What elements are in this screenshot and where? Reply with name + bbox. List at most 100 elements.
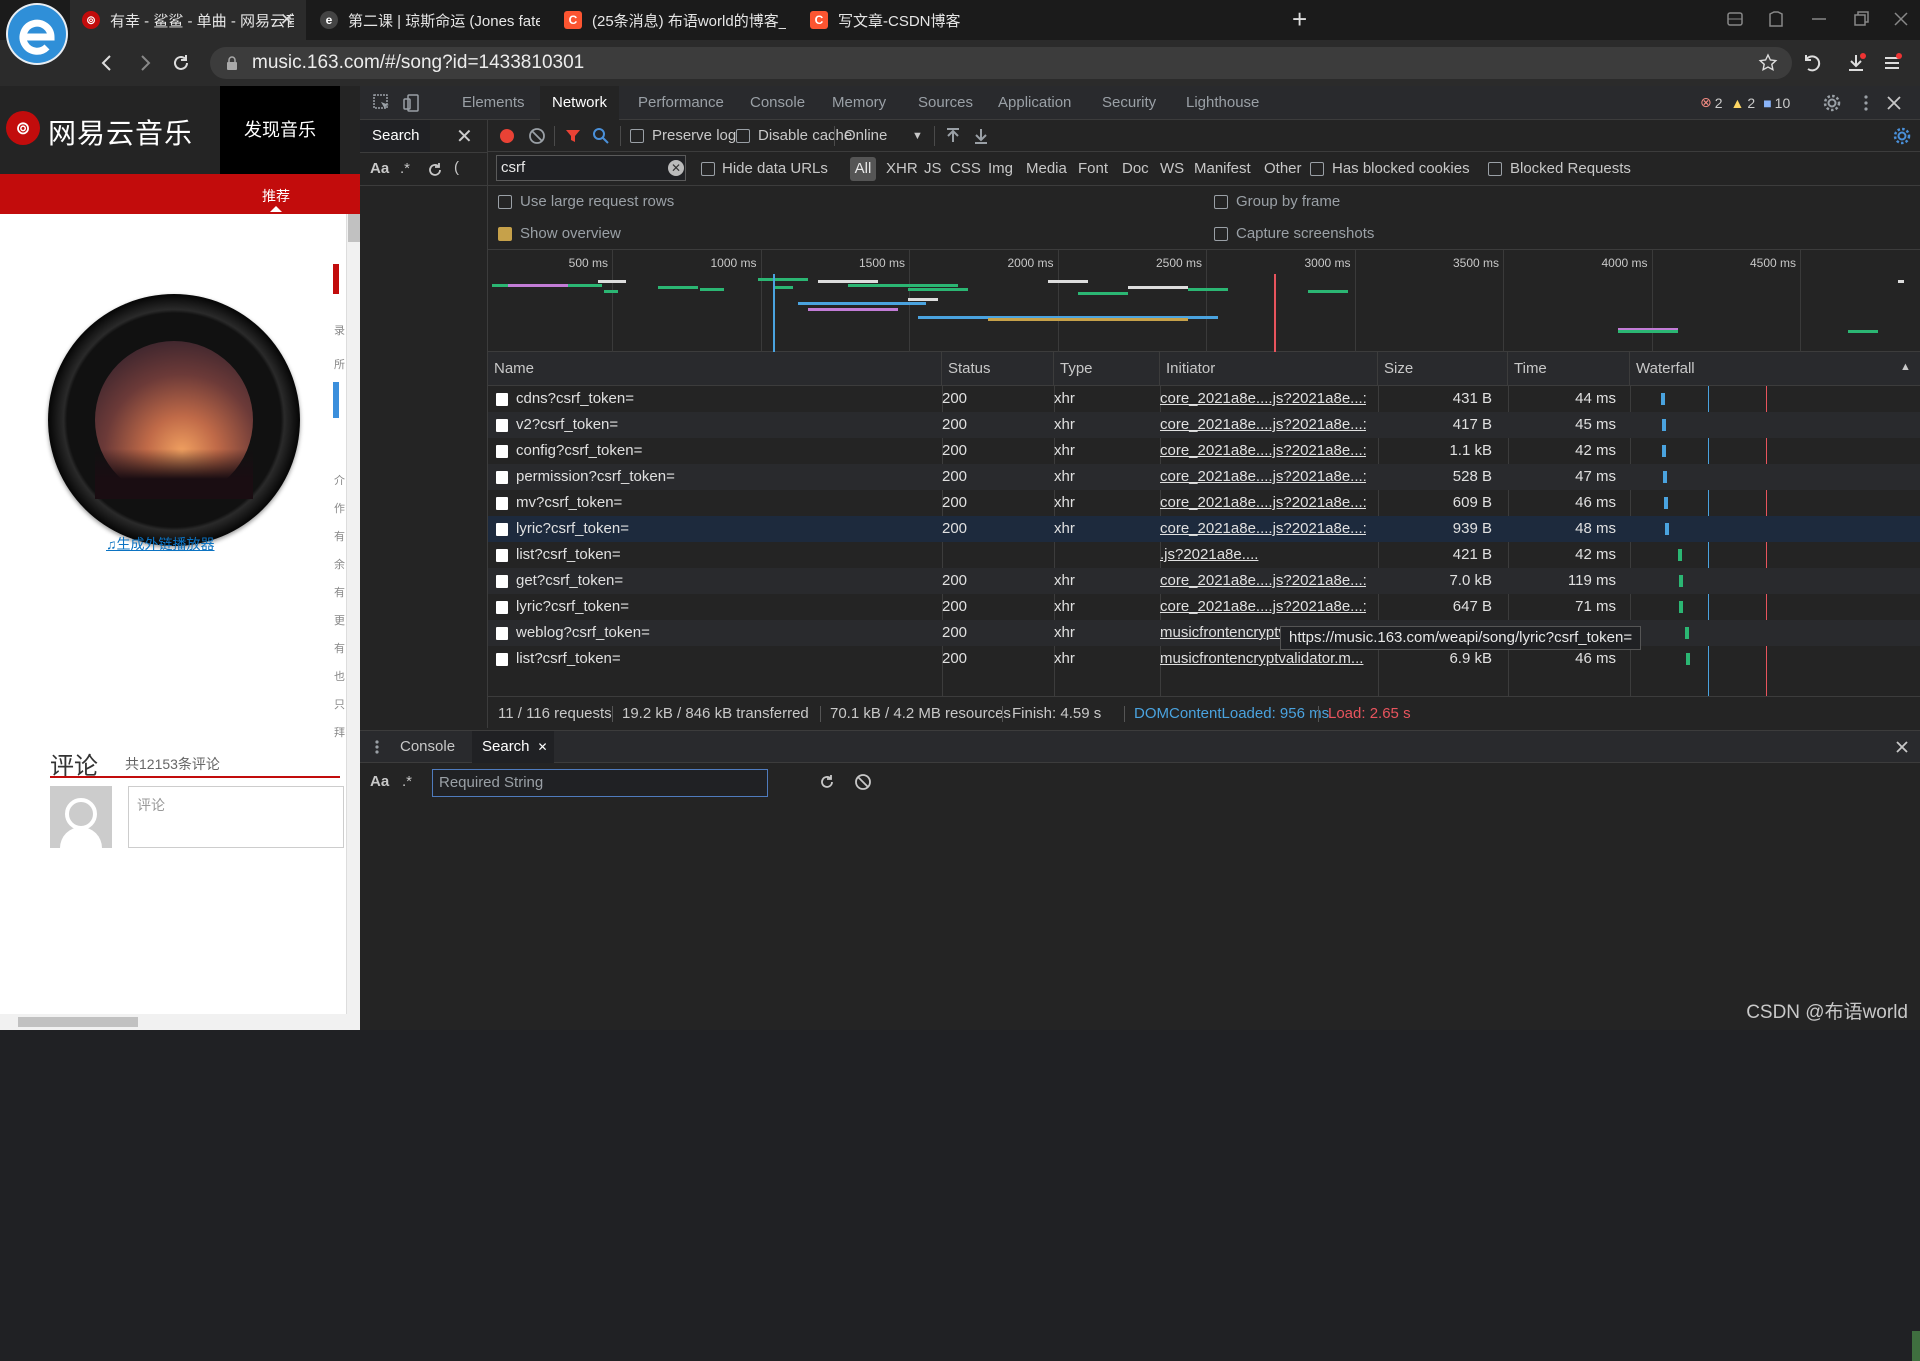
cell-initiator[interactable]: core_2021a8e....js?2021a8e...:... (1160, 386, 1366, 412)
table-row[interactable]: mv?csrf_token= 200 xhr core_2021a8e....js?2… (488, 490, 1920, 516)
netease-logo-icon[interactable]: ⊚ (6, 111, 40, 145)
close-drawer-tab-icon[interactable]: ✕ (537, 731, 547, 763)
column-status[interactable]: Status (942, 352, 1054, 386)
match-case-button[interactable]: Aa (370, 160, 389, 177)
filter-type-font[interactable]: Font (1078, 160, 1108, 177)
close-drawer-icon[interactable] (1894, 739, 1910, 755)
cell-initiator[interactable]: core_2021a8e....js?2021a8e...:... (1160, 412, 1366, 438)
capture-screenshots-checkbox[interactable] (1214, 227, 1228, 241)
filter-icon[interactable] (564, 127, 582, 145)
filter-type-all[interactable]: All (850, 157, 876, 181)
regex-button[interactable]: .* (400, 160, 410, 177)
column-size[interactable]: Size (1378, 352, 1508, 386)
blocked-requests-checkbox[interactable] (1488, 162, 1502, 176)
device-toolbar-icon[interactable] (402, 93, 422, 113)
table-row[interactable]: cdns?csrf_token= 200 xhr core_2021a8e....js… (488, 386, 1920, 412)
url-text[interactable]: music.163.com/#/song?id=1433810301 (252, 52, 584, 74)
cell-initiator[interactable]: .js?2021a8e.... (1160, 542, 1366, 568)
drawer-search-input[interactable]: Required String (432, 769, 768, 797)
scrollbar-thumb[interactable] (348, 214, 360, 242)
filter-type-img[interactable]: Img (988, 160, 1013, 177)
minimize-icon[interactable] (1808, 8, 1830, 30)
throttling-select[interactable]: Online (844, 127, 887, 144)
filter-type-css[interactable]: CSS (950, 160, 981, 177)
close-window-icon[interactable] (1890, 8, 1912, 30)
cell-initiator[interactable]: core_2021a8e....js?2021a8e...:... (1160, 516, 1366, 542)
filter-type-media[interactable]: Media (1026, 160, 1067, 177)
sort-asc-icon[interactable]: ▲ (1900, 361, 1911, 373)
export-har-icon[interactable] (972, 127, 990, 145)
account-icon[interactable] (1724, 8, 1746, 30)
table-row[interactable]: lyric?csrf_token= 200 xhr core_2021a8e....j… (488, 594, 1920, 620)
browser-logo-icon[interactable] (6, 3, 68, 65)
import-har-icon[interactable] (944, 127, 962, 145)
issues-counter[interactable]: ⊗ 2 ▲ 2 ■ 10 (1700, 94, 1790, 111)
comment-input[interactable]: 评论 (128, 786, 344, 848)
tab-sources[interactable]: Sources (906, 86, 985, 120)
table-row[interactable]: weblog?csrf_token= 200 xhr musicfrontencryp… (488, 620, 1920, 646)
chevron-down-icon[interactable]: ▼ (912, 130, 923, 142)
table-row[interactable]: get?csrf_token= 200 xhr core_2021a8e....js?… (488, 568, 1920, 594)
generate-player-link-text[interactable]: 生成外链播放器 (117, 536, 215, 552)
tab-csdn-blog[interactable]: C (25条消息) 布语world的博客_CSDN (552, 0, 798, 40)
network-settings-gear-icon[interactable] (1892, 126, 1912, 146)
generate-player-link[interactable]: ♫生成外链播放器 (106, 534, 215, 554)
forward-icon[interactable] (134, 52, 156, 74)
horizontal-scrollbar[interactable] (0, 1014, 360, 1030)
new-tab-button[interactable]: + (1292, 6, 1307, 32)
group-by-frame-checkbox[interactable] (1214, 195, 1228, 209)
large-rows-checkbox[interactable] (498, 195, 512, 209)
menu-icon[interactable] (1880, 51, 1904, 75)
clear-filter-icon[interactable]: ✕ (668, 160, 684, 176)
search-icon[interactable] (592, 127, 610, 145)
preserve-log-checkbox[interactable] (630, 129, 644, 143)
clear-search-icon[interactable]: ( (454, 159, 459, 176)
table-row[interactable]: config?csrf_token= 200 xhr core_2021a8e....… (488, 438, 1920, 464)
tab-jones-fate[interactable]: e 第二课 | 琼斯命运 (Jones fate) (308, 0, 552, 40)
refresh-icon[interactable] (426, 161, 444, 179)
page-scrollbar[interactable] (346, 214, 360, 1030)
table-row[interactable]: lyric?csrf_token= 200 xhr core_2021a8e....j… (488, 516, 1920, 542)
disable-cache-checkbox[interactable] (736, 129, 750, 143)
regex-button[interactable]: .* (402, 773, 412, 790)
inspect-element-icon[interactable] (372, 93, 392, 113)
search-panel-tab[interactable]: Search (360, 120, 430, 152)
filter-type-manifest[interactable]: Manifest (1194, 160, 1251, 177)
tab-csdn-write[interactable]: C 写文章-CSDN博客 (798, 0, 1044, 40)
tab-netease-song[interactable]: ⊚ 有幸 - 鲨鲨 - 单曲 - 网易云音乐 ✕ (70, 0, 306, 40)
reload-icon[interactable] (170, 52, 192, 74)
settings-gear-icon[interactable] (1822, 93, 1842, 113)
clear-icon[interactable] (528, 127, 546, 145)
close-devtools-icon[interactable] (1884, 93, 1904, 113)
nav-discover-music[interactable]: 发现音乐 (220, 86, 340, 174)
blocked-cookies-checkbox[interactable] (1310, 162, 1324, 176)
filter-type-xhr[interactable]: XHR (886, 160, 918, 177)
cell-initiator[interactable]: core_2021a8e....js?2021a8e...:... (1160, 594, 1366, 620)
restore-icon[interactable] (1850, 8, 1872, 30)
cell-initiator[interactable]: core_2021a8e....js?2021a8e...:... (1160, 568, 1366, 594)
close-tab-icon[interactable]: ✕ (280, 10, 294, 30)
subnav-recommend[interactable]: 推荐 (262, 186, 290, 206)
scrollbar-thumb[interactable] (18, 1017, 138, 1027)
tab-elements[interactable]: Elements (450, 86, 537, 120)
table-row[interactable]: v2?csrf_token= 200 xhr core_2021a8e....js?2… (488, 412, 1920, 438)
filter-type-js[interactable]: JS (924, 160, 942, 177)
drawer-tab-search[interactable]: Search ✕ (472, 731, 554, 763)
filter-type-other[interactable]: Other (1264, 160, 1302, 177)
filter-type-ws[interactable]: WS (1160, 160, 1184, 177)
hide-data-urls-checkbox[interactable] (701, 162, 715, 176)
table-row[interactable]: list?csrf_token= .js?2021a8e.... 421 B 42 m… (488, 542, 1920, 568)
drawer-menu-icon[interactable] (374, 739, 380, 755)
cell-initiator[interactable]: core_2021a8e....js?2021a8e...:... (1160, 490, 1366, 516)
column-type[interactable]: Type (1054, 352, 1160, 386)
back-icon[interactable] (96, 52, 118, 74)
tab-network[interactable]: Network (540, 86, 620, 120)
filter-input[interactable]: csrf (496, 155, 686, 181)
record-icon[interactable] (498, 127, 516, 145)
network-overview-timeline[interactable]: 500 ms 1000 ms 1500 ms 2000 ms 2500 ms 3000 m… (488, 250, 1920, 352)
tab-performance[interactable]: Performance (626, 86, 736, 120)
show-overview-checkbox[interactable] (498, 227, 512, 241)
cell-initiator[interactable]: core_2021a8e....js?2021a8e...:... (1160, 438, 1366, 464)
tab-security[interactable]: Security (1090, 86, 1168, 120)
url-bar[interactable]: music.163.com/#/song?id=1433810301 (210, 47, 1792, 79)
